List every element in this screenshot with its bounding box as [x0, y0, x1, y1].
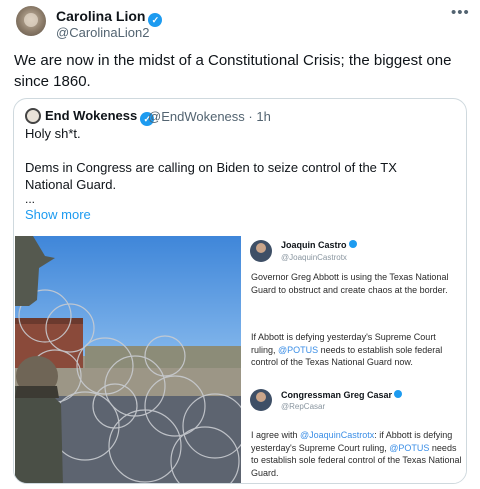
castro-paragraph-2: If Abbott is defying yesterday's Supreme… [251, 331, 461, 369]
casar-name: Congressman Greg Casar [281, 390, 393, 400]
casar-paragraph: I agree with @JoaquinCastrotx: if Abbott… [251, 429, 463, 479]
casar-p1-start: I agree with [251, 430, 301, 440]
more-horizontal-icon[interactable]: ••• [451, 4, 470, 21]
castro-name-row: Joaquin Castro [281, 240, 357, 250]
verified-badge-icon [394, 390, 403, 398]
castro-avatar [250, 240, 272, 262]
quoted-author-name-row: End Wokeness ✓ [45, 108, 155, 126]
author-name[interactable]: Carolina Lion [56, 8, 145, 24]
quoted-author-avatar [25, 108, 41, 124]
castro-name: Joaquin Castro [281, 240, 347, 250]
author-avatar[interactable] [16, 6, 46, 36]
quoted-text-line1: Holy sh*t. [25, 126, 81, 141]
quoted-tweet[interactable]: End Wokeness ✓ @EndWokeness · 1h Holy sh*… [13, 98, 467, 484]
casar-avatar [250, 389, 272, 411]
quoted-author-name: End Wokeness [45, 108, 138, 123]
author-handle[interactable]: @CarolinaLion2 [56, 25, 149, 40]
potus-mention: @POTUS [389, 442, 430, 453]
tweet-text: We are now in the midst of a Constitutio… [14, 52, 452, 90]
media-photo-border-wire[interactable] [15, 236, 241, 483]
casar-name-row: Congressman Greg Casar [281, 390, 403, 400]
potus-mention: @POTUS [278, 344, 319, 355]
quoted-author-handle: @EndWokeness · 1h [148, 109, 271, 124]
quoted-text-ellipsis: ... [25, 192, 36, 206]
border-photo-illustration [15, 236, 241, 483]
tweet-card[interactable]: Carolina Lion ✓ @CarolinaLion2 ••• We are… [0, 0, 480, 489]
castro-handle: @JoaquinCastrotx [281, 253, 347, 262]
castro-paragraph-1: Governor Greg Abbott is using the Texas … [251, 272, 449, 295]
quoted-text-line2: Dems in Congress are calling on Biden to… [25, 160, 397, 192]
casar-handle: @RepCasar [281, 402, 326, 411]
castro-mention: @JoaquinCastrotx [300, 430, 375, 440]
show-more-link[interactable]: Show more [25, 207, 91, 222]
media-screenshot-statements[interactable]: Joaquin Castro @JoaquinCastrotx Governor… [242, 236, 466, 483]
verified-badge-icon: ✓ [148, 13, 163, 27]
verified-badge-icon [348, 240, 357, 248]
